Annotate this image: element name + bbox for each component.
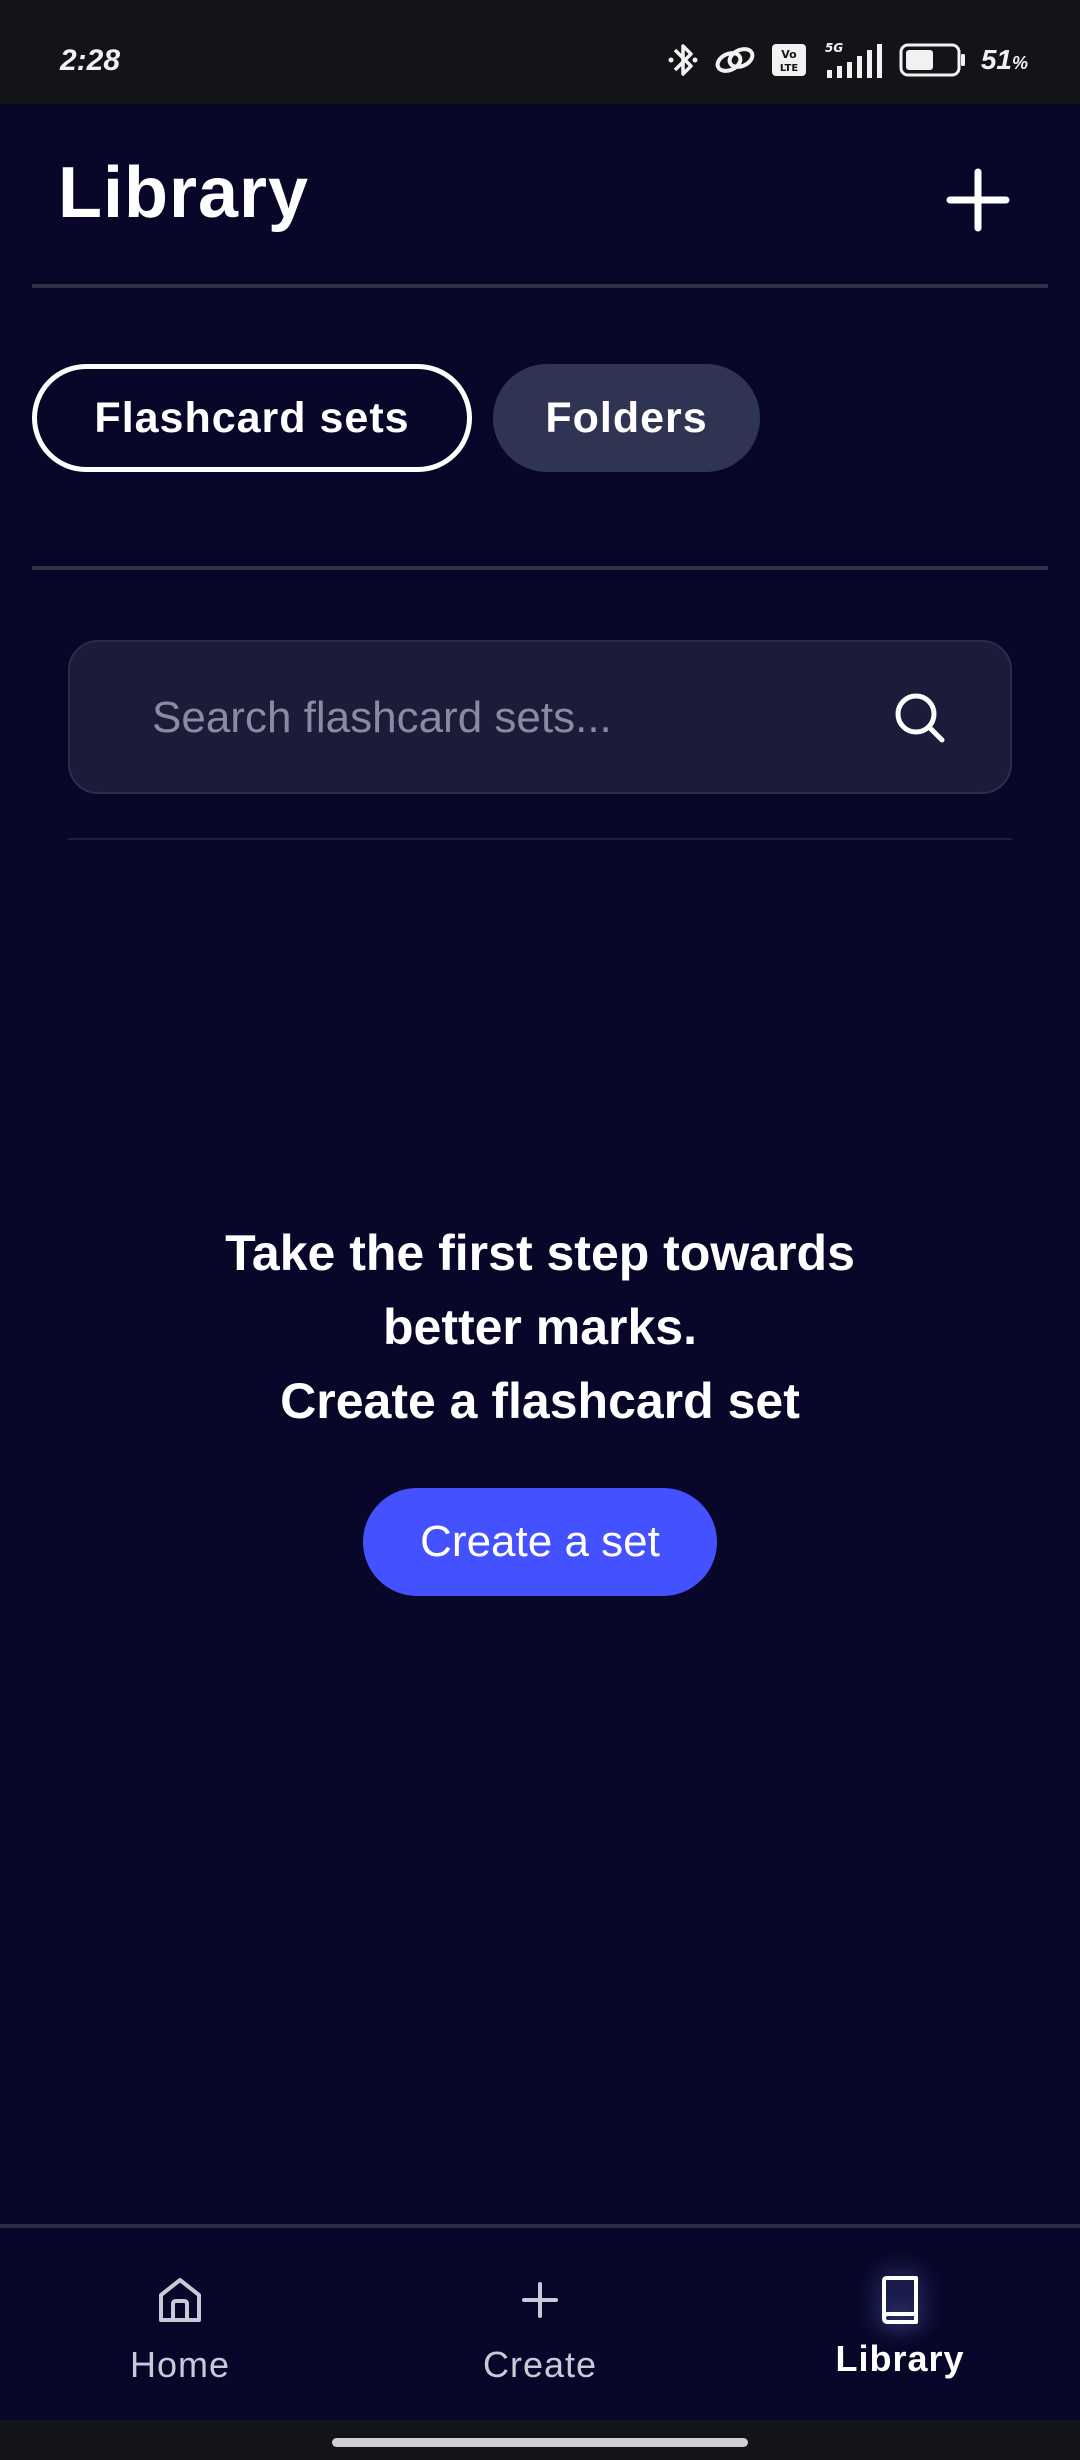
nav-item-library[interactable]: Library bbox=[770, 2270, 1030, 2380]
bottom-nav: Home Create Library bbox=[0, 2224, 1080, 2424]
page-title: Library bbox=[58, 153, 310, 233]
signal-icon: 5G bbox=[821, 40, 885, 80]
tabs-divider bbox=[32, 566, 1048, 570]
nav-item-home[interactable]: Home bbox=[50, 2270, 310, 2386]
nav-item-create[interactable]: Create bbox=[410, 2270, 670, 2386]
plus-icon bbox=[410, 2270, 670, 2330]
network-label: 5G bbox=[825, 41, 843, 55]
book-icon bbox=[770, 2270, 1030, 2330]
create-set-button[interactable]: Create a set bbox=[363, 1488, 717, 1596]
gesture-bar[interactable] bbox=[332, 2438, 748, 2447]
search-icon[interactable] bbox=[892, 690, 948, 746]
nav-label-create: Create bbox=[482, 2344, 598, 2385]
tab-folders[interactable]: Folders bbox=[493, 364, 760, 472]
battery-icon bbox=[899, 43, 967, 77]
status-icons: Vo LTE 5G 51% bbox=[667, 40, 1028, 80]
tab-flashcard-sets[interactable]: Flashcard sets bbox=[32, 364, 472, 472]
home-icon bbox=[50, 2270, 310, 2330]
nav-label-library: Library bbox=[835, 2338, 965, 2379]
nav-label-home: Home bbox=[129, 2344, 231, 2385]
bluetooth-icon bbox=[667, 40, 699, 80]
plus-icon bbox=[946, 168, 1010, 237]
gesture-area bbox=[0, 2420, 1080, 2460]
search-input[interactable] bbox=[150, 642, 874, 794]
add-button[interactable] bbox=[940, 164, 1016, 240]
empty-state-line-1: Take the first step towards bbox=[225, 1225, 855, 1281]
status-bar: 2:28 Vo LTE 5G 51% bbox=[0, 0, 1080, 104]
svg-text:LTE: LTE bbox=[780, 63, 799, 74]
empty-state-message: Take the first step towards better marks… bbox=[0, 1216, 1080, 1438]
volte-icon: Vo LTE bbox=[771, 43, 807, 77]
battery-percent: 51% bbox=[980, 44, 1028, 75]
svg-text:Vo: Vo bbox=[781, 48, 797, 61]
header-divider bbox=[32, 284, 1048, 288]
search-box bbox=[68, 640, 1012, 794]
status-time: 2:28 bbox=[60, 44, 121, 77]
link-icon bbox=[713, 42, 757, 78]
empty-state-line-2: better marks. bbox=[382, 1299, 698, 1355]
search-divider bbox=[68, 838, 1012, 840]
empty-state-line-3: Create a flashcard set bbox=[280, 1373, 800, 1429]
